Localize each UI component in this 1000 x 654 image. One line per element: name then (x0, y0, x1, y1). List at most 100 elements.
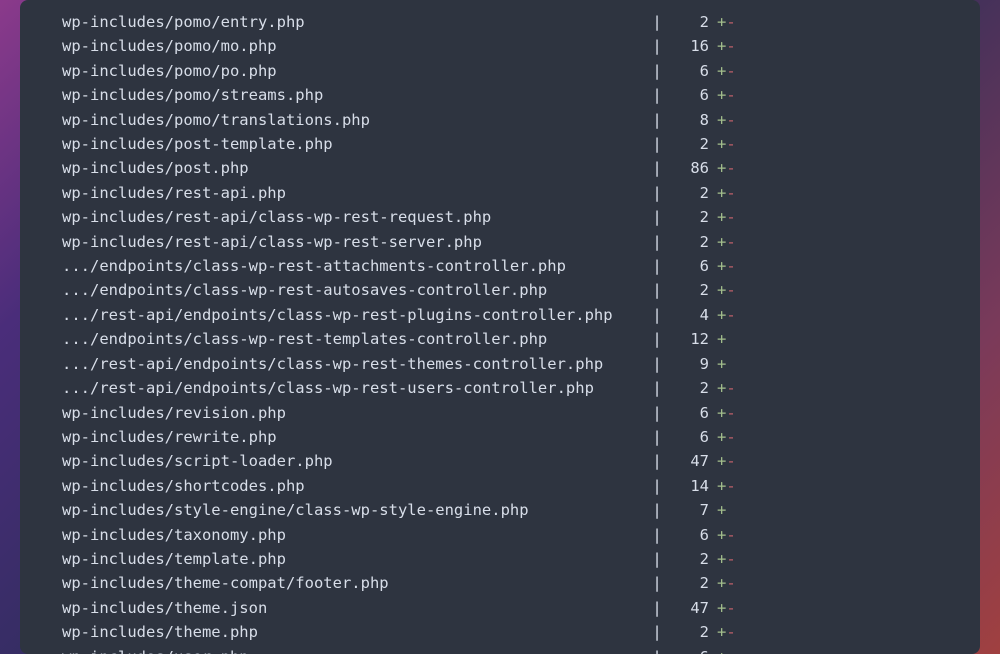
diff-row: wp-includes/shortcodes.php|14+- (20, 474, 980, 498)
plus-icon: + (717, 233, 726, 251)
change-marks: + (717, 498, 726, 522)
change-marks: +- (717, 474, 736, 498)
file-path: wp-includes/rest-api/class-wp-rest-reque… (62, 205, 642, 229)
separator-pipe: | (642, 34, 672, 58)
minus-icon: - (726, 184, 735, 202)
plus-icon: + (717, 184, 726, 202)
file-path: wp-includes/pomo/streams.php (62, 83, 642, 107)
plus-icon: + (717, 330, 726, 348)
plus-icon: + (717, 281, 726, 299)
separator-pipe: | (642, 230, 672, 254)
change-count: 9 (672, 352, 717, 376)
file-path: wp-includes/style-engine/class-wp-style-… (62, 498, 642, 522)
change-marks: +- (717, 401, 736, 425)
separator-pipe: | (642, 498, 672, 522)
minus-icon: - (726, 111, 735, 129)
separator-pipe: | (642, 523, 672, 547)
change-marks: +- (717, 59, 736, 83)
minus-icon: - (726, 574, 735, 592)
plus-icon: + (717, 111, 726, 129)
minus-icon: - (726, 159, 735, 177)
plus-icon: + (717, 526, 726, 544)
minus-icon: - (726, 281, 735, 299)
diff-row: wp-includes/revision.php|6+- (20, 401, 980, 425)
diff-row: .../endpoints/class-wp-rest-autosaves-co… (20, 278, 980, 302)
diff-row: .../endpoints/class-wp-rest-attachments-… (20, 254, 980, 278)
minus-icon: - (726, 379, 735, 397)
separator-pipe: | (642, 474, 672, 498)
change-count: 47 (672, 449, 717, 473)
file-path: .../rest-api/endpoints/class-wp-rest-use… (62, 376, 642, 400)
plus-icon: + (717, 13, 726, 31)
change-count: 2 (672, 181, 717, 205)
change-marks: +- (717, 108, 736, 132)
file-path: wp-includes/rest-api/class-wp-rest-serve… (62, 230, 642, 254)
change-marks: +- (717, 205, 736, 229)
separator-pipe: | (642, 59, 672, 83)
minus-icon: - (726, 208, 735, 226)
file-path: .../rest-api/endpoints/class-wp-rest-plu… (62, 303, 642, 327)
separator-pipe: | (642, 278, 672, 302)
plus-icon: + (717, 477, 726, 495)
minus-icon: - (726, 404, 735, 422)
diff-row: wp-includes/rewrite.php|6+- (20, 425, 980, 449)
change-count: 7 (672, 498, 717, 522)
minus-icon: - (726, 306, 735, 324)
change-marks: +- (717, 596, 736, 620)
file-path: wp-includes/post-template.php (62, 132, 642, 156)
change-count: 8 (672, 108, 717, 132)
change-count: 2 (672, 205, 717, 229)
plus-icon: + (717, 648, 726, 654)
minus-icon: - (726, 86, 735, 104)
separator-pipe: | (642, 449, 672, 473)
file-path: wp-includes/shortcodes.php (62, 474, 642, 498)
diff-row: .../endpoints/class-wp-rest-templates-co… (20, 327, 980, 351)
file-path: wp-includes/rewrite.php (62, 425, 642, 449)
minus-icon: - (726, 257, 735, 275)
plus-icon: + (717, 501, 726, 519)
separator-pipe: | (642, 547, 672, 571)
file-path: wp-includes/post.php (62, 156, 642, 180)
separator-pipe: | (642, 181, 672, 205)
separator-pipe: | (642, 132, 672, 156)
diff-row: wp-includes/pomo/streams.php|6+- (20, 83, 980, 107)
change-marks: +- (717, 620, 736, 644)
plus-icon: + (717, 37, 726, 55)
file-path: wp-includes/pomo/mo.php (62, 34, 642, 58)
diff-row: wp-includes/rest-api.php|2+- (20, 181, 980, 205)
file-path: wp-includes/revision.php (62, 401, 642, 425)
separator-pipe: | (642, 571, 672, 595)
change-marks: +- (717, 376, 736, 400)
change-marks: +- (717, 303, 736, 327)
diff-row: wp-includes/post.php|86+- (20, 156, 980, 180)
minus-icon: - (726, 135, 735, 153)
plus-icon: + (717, 159, 726, 177)
minus-icon: - (726, 233, 735, 251)
change-marks: +- (717, 449, 736, 473)
separator-pipe: | (642, 376, 672, 400)
diff-row: wp-includes/rest-api/class-wp-rest-reque… (20, 205, 980, 229)
file-path: wp-includes/pomo/entry.php (62, 10, 642, 34)
diff-row: .../rest-api/endpoints/class-wp-rest-plu… (20, 303, 980, 327)
change-marks: +- (717, 645, 736, 654)
separator-pipe: | (642, 83, 672, 107)
change-count: 2 (672, 278, 717, 302)
file-path: .../endpoints/class-wp-rest-templates-co… (62, 327, 642, 351)
change-marks: +- (717, 547, 736, 571)
change-count: 6 (672, 254, 717, 278)
file-path: wp-includes/rest-api.php (62, 181, 642, 205)
diff-row: wp-includes/rest-api/class-wp-rest-serve… (20, 230, 980, 254)
file-path: wp-includes/theme-compat/footer.php (62, 571, 642, 595)
change-count: 2 (672, 620, 717, 644)
plus-icon: + (717, 379, 726, 397)
minus-icon: - (726, 648, 735, 654)
change-marks: +- (717, 181, 736, 205)
diff-row: wp-includes/template.php|2+- (20, 547, 980, 571)
diff-row: wp-includes/pomo/entry.php|2+- (20, 10, 980, 34)
diff-row: wp-includes/theme.php|2+- (20, 620, 980, 644)
change-marks: +- (717, 571, 736, 595)
file-path: wp-includes/user.php (62, 645, 642, 654)
file-path: wp-includes/taxonomy.php (62, 523, 642, 547)
diff-row: wp-includes/post-template.php|2+- (20, 132, 980, 156)
minus-icon: - (726, 428, 735, 446)
